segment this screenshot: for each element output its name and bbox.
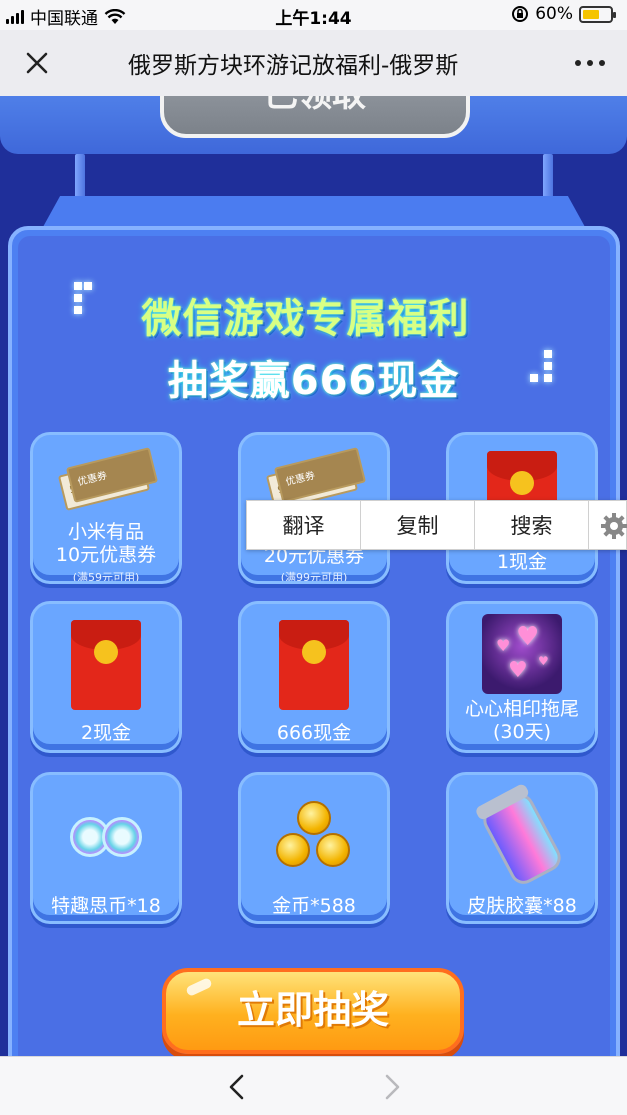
close-icon[interactable] xyxy=(22,48,52,78)
red-envelope-icon xyxy=(71,620,141,710)
coupon-icon: 99-20 优惠券 xyxy=(265,447,367,511)
menu-item-translate[interactable]: 翻译 xyxy=(247,501,361,549)
prize-card-cash-666[interactable]: 666现金 xyxy=(238,601,390,753)
prize-card-skin-capsule[interactable]: 皮肤胶囊*88 xyxy=(446,772,598,924)
prize-sub: (满59元可用) xyxy=(72,571,140,584)
browser-toolbar xyxy=(0,1056,627,1115)
hearts-trail-icon: ♥ ♥ ♥ ♥ xyxy=(482,614,562,694)
gear-icon[interactable] xyxy=(589,501,627,549)
prize-card-cash-2[interactable]: 2现金 xyxy=(30,601,182,753)
draw-now-button[interactable]: 立即抽奖 xyxy=(162,968,464,1054)
prize-label: 金币*588 xyxy=(272,895,356,917)
draw-button-label: 立即抽奖 xyxy=(236,988,389,1032)
prize-card-tetris-coin[interactable]: 特趣思币*18 xyxy=(30,772,182,924)
game-page: 已领取 微信游戏专属福利 抽奖赢666现金 59-10 优惠券 小米有品 10元… xyxy=(0,96,627,1056)
gold-coins-icon xyxy=(272,799,356,879)
menu-item-search[interactable]: 搜索 xyxy=(475,501,589,549)
prize-card-gold-coins[interactable]: 金币*588 xyxy=(238,772,390,924)
nav-bar: 俄罗斯方块环游记放福利-俄罗斯 xyxy=(0,30,627,96)
prize-label: 小米有品 10元优惠券 xyxy=(55,521,157,566)
more-dots-icon[interactable] xyxy=(575,60,605,66)
chevron-left-icon[interactable] xyxy=(226,1074,248,1100)
headline-line2: 抽奖赢666现金 xyxy=(167,358,460,404)
prize-label: 1现金 xyxy=(496,551,548,573)
prize-label: 皮肤胶囊*88 xyxy=(467,895,577,917)
prize-label: 心心相印拖尾 (30天) xyxy=(464,698,579,743)
prize-label: 666现金 xyxy=(276,722,352,744)
text-context-menu: 翻译 复制 搜索 xyxy=(246,500,627,550)
button-shine xyxy=(185,976,213,998)
prize-sub: (满99元可用) xyxy=(280,571,348,584)
prize-label: 特趣思币*18 xyxy=(51,895,161,917)
status-right: 60% xyxy=(511,4,616,24)
prize-card-hearts-trail[interactable]: ♥ ♥ ♥ ♥ 心心相印拖尾 (30天) xyxy=(446,601,598,753)
tetris-coin-icon xyxy=(61,817,151,861)
orientation-lock-icon xyxy=(512,6,529,22)
coupon-icon: 59-10 优惠券 xyxy=(57,447,159,511)
prize-card-coupon-10[interactable]: 59-10 优惠券 小米有品 10元优惠券 (满59元可用) xyxy=(30,432,182,584)
claimed-button[interactable]: 已领取 xyxy=(160,96,470,138)
menu-item-copy[interactable]: 复制 xyxy=(361,501,475,549)
battery-icon xyxy=(579,5,616,23)
battery-percent: 60% xyxy=(535,4,573,24)
chevron-right-icon[interactable] xyxy=(381,1074,403,1100)
battery-fill xyxy=(583,9,599,19)
status-bar: 中国联通 上午1:44 60% xyxy=(0,0,627,30)
red-envelope-icon xyxy=(279,620,349,710)
prize-label: 2现金 xyxy=(80,722,132,744)
skin-capsule-icon xyxy=(478,789,566,889)
page-title: 俄罗斯方块环游记放福利-俄罗斯 xyxy=(128,53,459,79)
headline-line1: 微信游戏专属福利 xyxy=(141,296,470,342)
